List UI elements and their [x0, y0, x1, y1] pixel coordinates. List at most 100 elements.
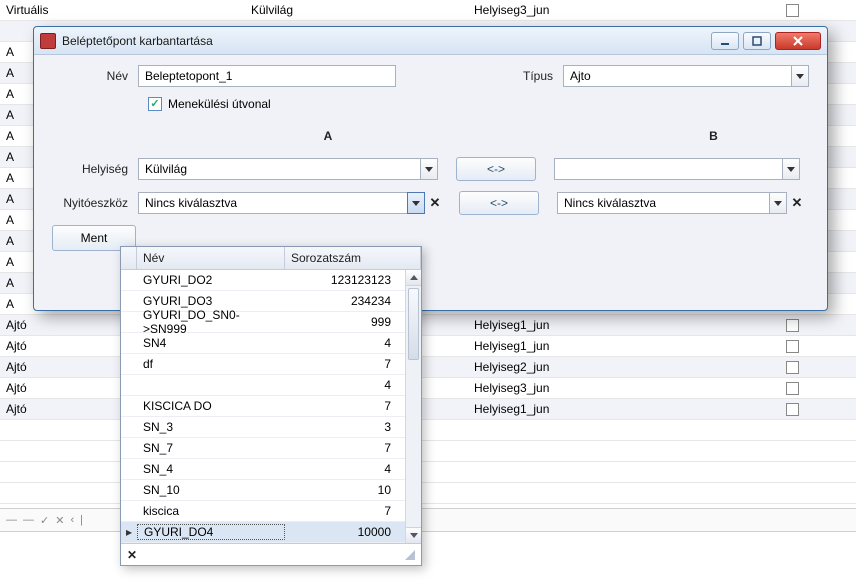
dropdown-cell-name: SN_10: [137, 483, 285, 497]
dropdown-cell-sn: 10: [285, 483, 401, 497]
dropdown-cell-name: GYURI_DO3: [137, 294, 285, 308]
checkbox[interactable]: [786, 361, 799, 374]
check-icon: ✓: [150, 99, 159, 110]
window-buttons: [711, 32, 821, 50]
bar-icon: |: [80, 514, 83, 526]
type-combo[interactable]: [563, 65, 809, 87]
opener-a-combo[interactable]: [138, 192, 425, 214]
checkbox[interactable]: [786, 403, 799, 416]
dropdown-cell-name: SN4: [137, 336, 285, 350]
table-row[interactable]: VirtuálisKülvilágHelyiseg3_jun: [0, 0, 856, 21]
name-label: Név: [52, 69, 138, 83]
chevron-down-icon[interactable]: [420, 158, 438, 180]
dropdown-row[interactable]: SN_1010: [121, 480, 421, 501]
dropdown-row[interactable]: df7: [121, 354, 421, 375]
checkbox[interactable]: [786, 319, 799, 332]
dropdown-row[interactable]: 4: [121, 375, 421, 396]
type-input[interactable]: [563, 65, 791, 87]
cell-loc: Külvilág: [245, 3, 468, 17]
dropdown-row[interactable]: SN_77: [121, 438, 421, 459]
close-dropdown-button[interactable]: ✕: [127, 548, 137, 562]
cell-check: [728, 402, 856, 416]
chevron-down-icon[interactable]: [791, 65, 809, 87]
chevron-left-icon[interactable]: ‹: [70, 514, 74, 526]
dropdown-row[interactable]: kiscica7: [121, 501, 421, 522]
sn-column-header[interactable]: Sorozatszám: [285, 247, 421, 269]
type-label: Típus: [503, 69, 563, 83]
dropdown-row[interactable]: SN_44: [121, 459, 421, 480]
chevron-down-icon[interactable]: [407, 192, 425, 214]
dropdown-cell-name: kiscica: [137, 504, 285, 518]
name-column-header[interactable]: Név: [137, 247, 285, 269]
dash-icon: —: [23, 514, 34, 526]
opener-dropdown-panel[interactable]: Név Sorozatszám GYURI_DO2123123123GYURI_…: [120, 246, 422, 566]
swap-room-button[interactable]: <->: [456, 157, 536, 181]
dropdown-row[interactable]: KISCICA DO7: [121, 396, 421, 417]
chevron-down-icon[interactable]: [782, 158, 800, 180]
opener-b-combo[interactable]: [557, 192, 787, 214]
dropdown-cell-name: GYURI_DO2: [137, 273, 285, 287]
cell-room: Helyiseg3_jun: [468, 381, 728, 395]
room-b-input[interactable]: [554, 158, 782, 180]
dropdown-row[interactable]: SN_33: [121, 417, 421, 438]
dropdown-cell-name: SN_3: [137, 420, 285, 434]
scroll-up-icon[interactable]: [406, 270, 421, 286]
room-label: Helyiség: [52, 162, 138, 176]
cell-check: [728, 339, 856, 353]
dropdown-cell-name: GYURI_DO_SN0->SN999: [137, 308, 285, 336]
scroll-down-icon[interactable]: [406, 527, 421, 543]
dash-icon: —: [6, 514, 17, 526]
dropdown-row[interactable]: GYURI_DO_SN0->SN999999: [121, 312, 421, 333]
opener-b-input[interactable]: [557, 192, 769, 214]
dropdown-row[interactable]: ▸GYURI_DO410000: [121, 522, 421, 543]
cell-room: Helyiseg1_jun: [468, 339, 728, 353]
dropdown-cell-sn: 4: [285, 462, 401, 476]
checkbox[interactable]: [786, 382, 799, 395]
check-icon[interactable]: ✓: [40, 514, 49, 527]
dropdown-cell-sn: 4: [285, 378, 401, 392]
clear-opener-b-button[interactable]: ✕: [789, 195, 805, 211]
close-button[interactable]: [775, 32, 821, 50]
scrollbar[interactable]: [405, 270, 421, 543]
dropdown-cell-sn: 7: [285, 504, 401, 518]
dropdown-row[interactable]: GYURI_DO2123123123: [121, 270, 421, 291]
maximize-button[interactable]: [743, 32, 771, 50]
titlebar[interactable]: Beléptetőpont karbantartása: [34, 27, 827, 55]
cell-room: Helyiseg1_jun: [468, 402, 728, 416]
row-marker-column: [121, 247, 137, 269]
name-input[interactable]: [138, 65, 396, 87]
room-b-combo[interactable]: [554, 158, 800, 180]
chevron-down-icon[interactable]: [769, 192, 787, 214]
cell-room: Helyiseg2_jun: [468, 360, 728, 374]
dropdown-cell-sn: 10000: [285, 525, 401, 539]
dropdown-cell-sn: 999: [285, 315, 401, 329]
opener-a-input[interactable]: [138, 192, 407, 214]
cell-check: [728, 318, 856, 332]
dropdown-cell-sn: 123123123: [285, 273, 401, 287]
dropdown-cell-sn: 7: [285, 357, 401, 371]
cell-room: Helyiseg3_jun: [468, 3, 728, 17]
column-b-header: B: [618, 129, 809, 143]
cell-check: [728, 381, 856, 395]
cell-check: [728, 360, 856, 374]
resize-grip-icon[interactable]: [405, 550, 415, 560]
dropdown-row[interactable]: SN44: [121, 333, 421, 354]
checkbox[interactable]: [786, 4, 799, 17]
room-a-combo[interactable]: [138, 158, 438, 180]
room-a-input[interactable]: [138, 158, 420, 180]
column-a-header: A: [138, 129, 518, 143]
dropdown-header: Név Sorozatszám: [121, 247, 421, 270]
escape-route-checkbox[interactable]: ✓: [148, 97, 162, 111]
clear-opener-a-button[interactable]: ✕: [427, 195, 443, 211]
dropdown-cell-sn: 7: [285, 441, 401, 455]
dropdown-cell-name: SN_4: [137, 462, 285, 476]
minimize-button[interactable]: [711, 32, 739, 50]
scroll-thumb[interactable]: [408, 288, 419, 360]
dropdown-cell-name: KISCICA DO: [137, 399, 285, 413]
swap-opener-button[interactable]: <->: [459, 191, 539, 215]
cell-check: [728, 3, 856, 17]
dropdown-cell-sn: 7: [285, 399, 401, 413]
x-icon[interactable]: ✕: [55, 514, 64, 527]
checkbox[interactable]: [786, 340, 799, 353]
row-marker-icon: ▸: [121, 525, 137, 539]
